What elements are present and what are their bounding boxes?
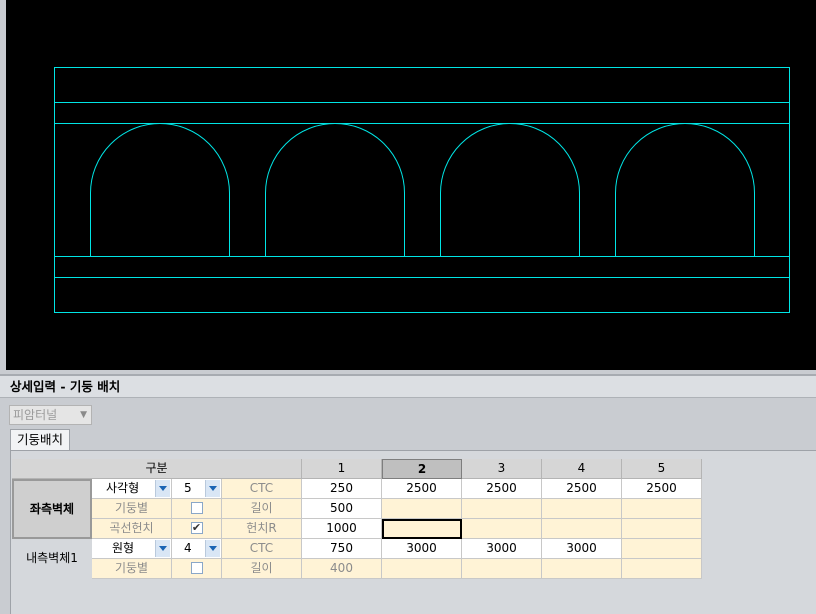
left-wall-haunch-2[interactable] [382, 519, 462, 539]
drawing-outer-frame [54, 67, 790, 313]
grid-header-category: 구분 [12, 459, 302, 479]
col-header-1[interactable]: 1 [302, 459, 382, 479]
left-wall-row-header: 좌측벽체 [12, 479, 92, 539]
left-wall-ctc-3[interactable]: 2500 [462, 479, 542, 499]
inner-wall-ctc-4[interactable]: 3000 [542, 539, 622, 559]
left-wall-length-5[interactable] [622, 499, 702, 519]
pattern-select-value: 피암터널 [13, 408, 58, 422]
inner-wall-shape-value: 원형 [112, 541, 135, 555]
pattern-select[interactable]: 피암터널 ▼ [9, 405, 92, 425]
left-wall-curve-cell: ✔ [172, 519, 222, 539]
inner-wall-ctc-5[interactable] [622, 539, 702, 559]
chevron-down-icon[interactable] [205, 480, 220, 497]
left-wall-ctc-1[interactable]: 250 [302, 479, 382, 499]
inner-wall-count-combo[interactable]: 4 [172, 539, 222, 559]
chevron-down-icon[interactable] [155, 480, 170, 497]
left-wall-ctc-2[interactable]: 2500 [382, 479, 462, 499]
left-wall-haunch-3[interactable] [462, 519, 542, 539]
col-header-3[interactable]: 3 [462, 459, 542, 479]
drawing-arch-2 [265, 123, 405, 256]
column-layout-drawing [54, 67, 790, 313]
inner-wall-per-column-cell [172, 559, 222, 579]
left-wall-haunch-1[interactable]: 1000 [302, 519, 382, 539]
inner-wall-length-2[interactable] [382, 559, 462, 579]
left-wall-per-column-checkbox[interactable] [190, 501, 203, 514]
inner-wall-ctc-label: CTC [222, 539, 302, 559]
col-header-2[interactable]: 2 [382, 459, 462, 479]
inner-wall-per-column-label: 기둥별 [92, 559, 172, 579]
left-wall-count-combo[interactable]: 5 [172, 479, 222, 499]
left-wall-shape-combo[interactable]: 사각형 [92, 479, 172, 499]
left-wall-curve-checkbox[interactable]: ✔ [190, 521, 203, 534]
left-wall-shape-value: 사각형 [106, 481, 140, 495]
tab-column-layout[interactable]: 기둥배치 [10, 429, 71, 451]
chevron-down-icon: ▼ [80, 410, 87, 420]
inner-wall-row-header: 내측벽체1 [12, 539, 92, 579]
left-wall-haunch-5[interactable] [622, 519, 702, 539]
left-wall-ctc-5[interactable]: 2500 [622, 479, 702, 499]
panel-title: 상세입력 - 기둥 배치 [0, 374, 816, 398]
left-wall-per-column-cell [172, 499, 222, 519]
left-wall-count-value: 5 [184, 481, 192, 495]
col-header-4[interactable]: 4 [542, 459, 622, 479]
drawing-arch-4 [615, 123, 755, 256]
left-wall-per-column-label: 기둥별 [92, 499, 172, 519]
chevron-down-icon[interactable] [205, 540, 220, 557]
drawing-arch-3 [440, 123, 580, 256]
left-wall-length-1[interactable]: 500 [302, 499, 382, 519]
inner-wall-per-column-checkbox[interactable] [190, 561, 203, 574]
left-wall-haunch-label: 헌치R [222, 519, 302, 539]
left-wall-haunch-4[interactable] [542, 519, 622, 539]
inner-wall-ctc-3[interactable]: 3000 [462, 539, 542, 559]
left-wall-curve-label: 곡선헌치 [92, 519, 172, 539]
inner-wall-shape-combo[interactable]: 원형 [92, 539, 172, 559]
chevron-down-icon[interactable] [155, 540, 170, 557]
inner-wall-length-3[interactable] [462, 559, 542, 579]
inner-wall-count-value: 4 [184, 541, 192, 555]
left-wall-length-4[interactable] [542, 499, 622, 519]
inner-wall-length-1[interactable]: 400 [302, 559, 382, 579]
inner-wall-length-label: 길이 [222, 559, 302, 579]
left-wall-ctc-4[interactable]: 2500 [542, 479, 622, 499]
left-wall-length-label: 길이 [222, 499, 302, 519]
col-header-5[interactable]: 5 [622, 459, 702, 479]
inner-wall-ctc-2[interactable]: 3000 [382, 539, 462, 559]
inner-wall-length-5[interactable] [622, 559, 702, 579]
left-wall-ctc-label: CTC [222, 479, 302, 499]
inner-wall-ctc-1[interactable]: 750 [302, 539, 382, 559]
left-wall-length-3[interactable] [462, 499, 542, 519]
left-wall-length-2[interactable] [382, 499, 462, 519]
drawing-arch-1 [90, 123, 230, 256]
inner-wall-length-4[interactable] [542, 559, 622, 579]
cad-viewport[interactable] [0, 0, 816, 370]
